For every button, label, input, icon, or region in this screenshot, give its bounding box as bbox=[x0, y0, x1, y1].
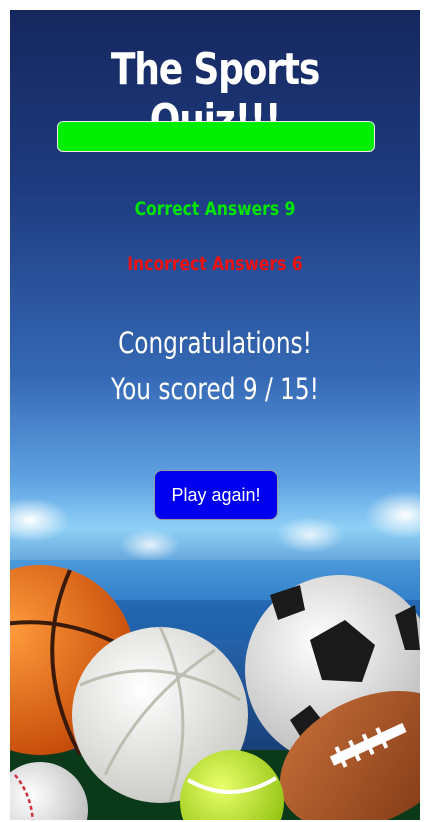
quiz-screen: The Sports Quiz!!! Correct Answers 9 Inc… bbox=[10, 10, 420, 820]
progress-bar bbox=[57, 121, 375, 152]
sports-balls-stadium-image bbox=[10, 491, 420, 820]
incorrect-answers-count: 6 bbox=[291, 253, 303, 275]
correct-answers-label: Correct Answers bbox=[134, 198, 280, 220]
score-message: You scored 9 / 15! bbox=[111, 372, 319, 406]
correct-answers: Correct Answers 9 bbox=[47, 198, 383, 220]
incorrect-answers-label: Incorrect Answers bbox=[127, 253, 287, 275]
play-again-button[interactable]: Play again! bbox=[154, 470, 278, 520]
incorrect-answers: Incorrect Answers 6 bbox=[47, 253, 383, 275]
correct-answers-count: 9 bbox=[284, 198, 296, 220]
congrats-message: Congratulations! bbox=[118, 326, 312, 360]
